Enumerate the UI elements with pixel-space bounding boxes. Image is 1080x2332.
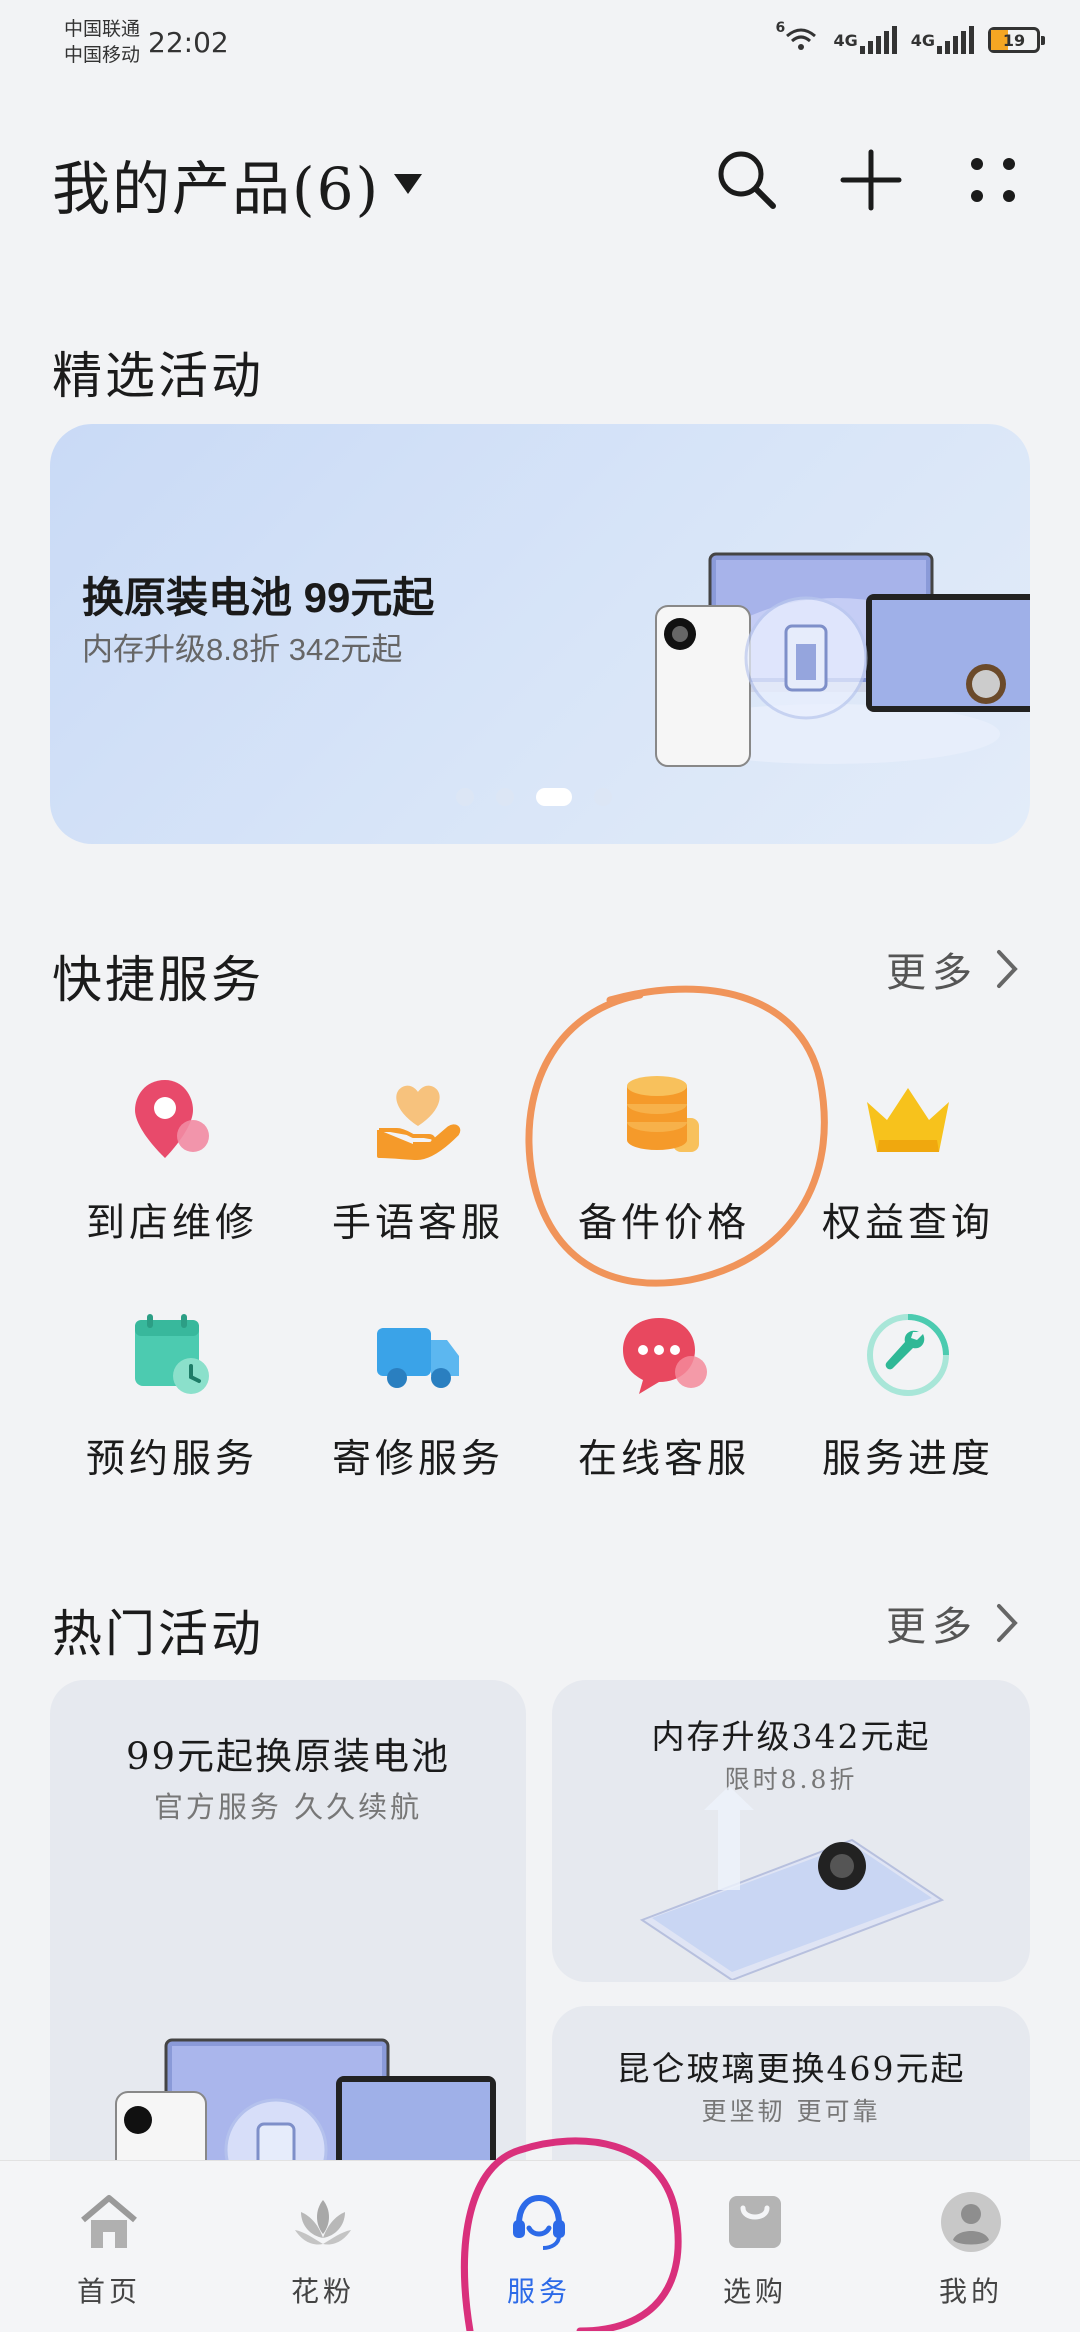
carousel-dot-active[interactable] — [536, 788, 572, 806]
network-type-2: 4G — [910, 30, 935, 50]
hot-activities-more[interactable]: 更多 — [886, 1594, 1018, 1652]
tab-me[interactable]: 我的 — [896, 2190, 1046, 2310]
featured-section-title: 精选活动 — [52, 347, 264, 405]
page-title: 我的产品(6) — [52, 155, 381, 223]
status-icons: 6 4G 4G 19 — [775, 20, 1045, 56]
card-subtitle: 官方服务 久久续航 — [153, 1790, 423, 1824]
quick-services-title: 快捷服务 — [52, 951, 264, 1009]
card-subtitle: 更坚韧 更可靠 — [701, 2097, 881, 2126]
signal-icon-2 — [937, 26, 974, 54]
calendar-clock-icon — [135, 1314, 209, 1394]
banner-headline: 换原装电池 99元起 — [82, 574, 435, 621]
service-benefits-query[interactable]: 权益查询 — [788, 1074, 1028, 1248]
service-mail-repair[interactable]: 寄修服务 — [298, 1310, 538, 1484]
banner-subtitle: 内存升级8.8折 342元起 — [82, 632, 403, 667]
battery-icon: 19 — [988, 27, 1045, 53]
coin-stack-icon — [627, 1076, 699, 1152]
carrier-2: 中国移动 — [64, 44, 141, 66]
quick-services-more[interactable]: 更多 — [886, 940, 1018, 998]
devices-illustration — [655, 552, 1030, 767]
tab-label: 选购 — [722, 2275, 787, 2308]
activity-card-battery[interactable]: 99元起换原装电池 官方服务 久久续航 — [50, 1680, 526, 2240]
tab-label: 花粉 — [290, 2275, 355, 2308]
battery-level: 19 — [1002, 30, 1026, 50]
tab-service[interactable]: 服务 — [464, 2190, 614, 2310]
dropdown-arrow-icon — [394, 174, 423, 194]
delivery-truck-icon — [377, 1328, 459, 1388]
hot-activities-title: 热门活动 — [52, 1605, 264, 1663]
activity-card-memory[interactable]: 内存升级342元起 限时8.8折 — [552, 1680, 1030, 1982]
product-selector[interactable]: 我的产品(6) — [52, 142, 423, 226]
service-headset-icon — [513, 2194, 565, 2250]
tab-home[interactable]: 首页 — [34, 2190, 184, 2310]
service-store-repair[interactable]: 到店维修 — [52, 1074, 292, 1248]
wifi-icon: 6 — [775, 20, 819, 56]
chat-bubble-icon — [623, 1318, 707, 1394]
tab-shop[interactable]: 选购 — [680, 2190, 830, 2310]
shopping-bag-icon — [729, 2196, 781, 2248]
carousel-indicator — [456, 788, 612, 806]
service-sign-language[interactable]: 手语客服 — [298, 1074, 538, 1248]
chevron-right-icon — [997, 950, 1018, 988]
carousel-dot[interactable] — [456, 788, 474, 806]
service-label: 预约服务 — [85, 1437, 258, 1482]
tab-label: 首页 — [76, 2275, 141, 2308]
service-label: 服务进度 — [821, 1437, 994, 1482]
chevron-right-icon — [997, 1604, 1018, 1642]
service-label: 手语客服 — [331, 1201, 504, 1246]
wrench-progress-icon — [867, 1314, 949, 1396]
network-type-1: 4G — [833, 30, 858, 50]
service-label: 到店维修 — [85, 1201, 258, 1246]
service-label: 备件价格 — [577, 1201, 750, 1246]
service-parts-price[interactable]: 备件价格 — [544, 1074, 784, 1248]
service-progress[interactable]: 服务进度 — [788, 1310, 1028, 1484]
tab-label: 我的 — [938, 2275, 1003, 2308]
carousel-dot[interactable] — [496, 788, 514, 806]
card-title: 99元起换原装电池 — [125, 1735, 451, 1778]
signal-icon — [859, 26, 897, 54]
flower-icon — [295, 2200, 351, 2245]
service-label: 寄修服务 — [331, 1437, 504, 1482]
more-label: 更多 — [886, 1604, 978, 1650]
featured-banner[interactable]: 换原装电池 99元起 内存升级8.8折 342元起 — [50, 424, 1030, 844]
tab-fans[interactable]: 花粉 — [248, 2190, 398, 2310]
home-icon — [81, 2195, 137, 2248]
card-title: 内存升级342元起 — [651, 1717, 931, 1756]
phone-illustration — [639, 1786, 945, 1980]
heart-hand-icon — [377, 1085, 461, 1160]
tab-label: 服务 — [506, 2275, 571, 2308]
more-icon[interactable] — [958, 145, 1028, 215]
service-label: 在线客服 — [577, 1437, 750, 1482]
carrier-info: 中国联通 中国移动 — [64, 16, 140, 68]
user-avatar-icon — [941, 2192, 1001, 2252]
search-icon[interactable] — [712, 145, 782, 215]
more-label: 更多 — [886, 950, 978, 996]
carrier-1: 中国联通 — [64, 18, 141, 40]
service-appointment[interactable]: 预约服务 — [52, 1310, 292, 1484]
carousel-dot[interactable] — [594, 788, 612, 806]
crown-icon — [867, 1088, 949, 1152]
status-time: 22:02 — [148, 26, 229, 59]
location-pin-icon — [135, 1080, 209, 1158]
add-icon[interactable] — [836, 145, 906, 215]
service-online-support[interactable]: 在线客服 — [544, 1310, 784, 1484]
wifi-badge: 6 — [775, 20, 786, 36]
service-label: 权益查询 — [821, 1201, 994, 1246]
card-title: 昆仑玻璃更换469元起 — [616, 2049, 966, 2088]
